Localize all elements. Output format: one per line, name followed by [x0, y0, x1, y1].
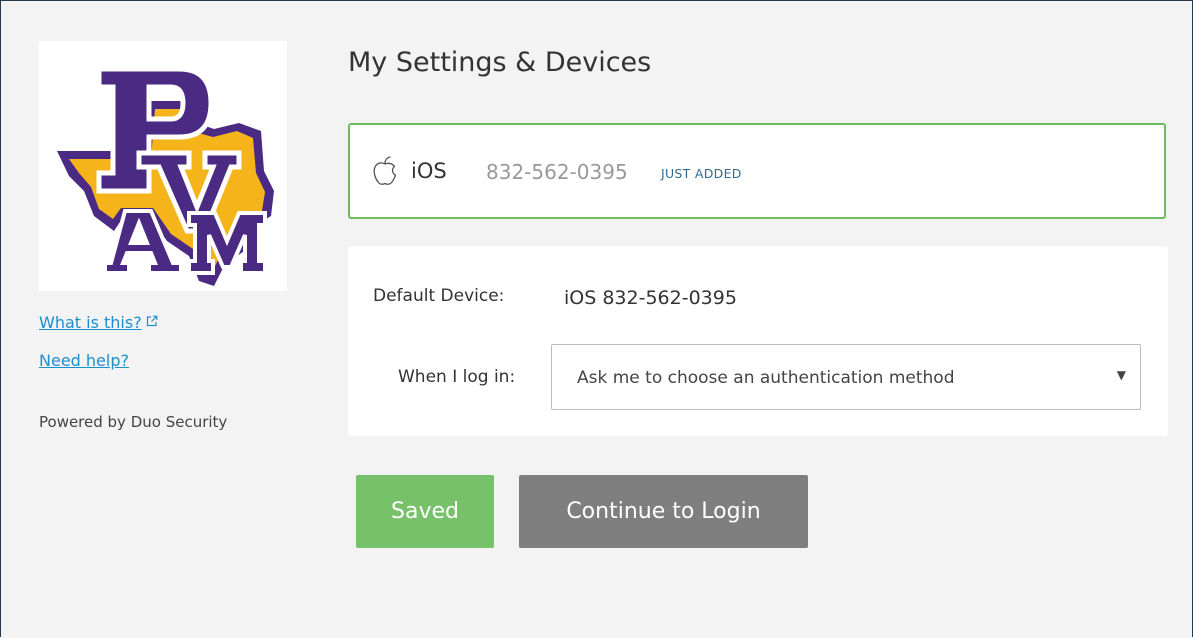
- page-title: My Settings & Devices: [348, 47, 652, 78]
- when-login-label: When I log in:: [398, 367, 516, 387]
- saved-button[interactable]: Saved: [356, 475, 494, 548]
- pvamu-logo: [39, 41, 287, 291]
- device-os: iOS: [411, 159, 447, 183]
- external-link-icon: [146, 315, 158, 327]
- settings-frame: What is this? Need help? Powered by Duo …: [0, 0, 1193, 637]
- just-added-badge: JUST ADDED: [661, 166, 742, 181]
- default-device-value: iOS 832-562-0395: [564, 287, 737, 309]
- device-settings-panel: Default Device: iOS 832-562-0395 When I …: [348, 246, 1168, 436]
- login-method-select[interactable]: Ask me to choose an authentication metho…: [551, 344, 1141, 410]
- dropdown-arrow-icon: ▼: [1116, 368, 1126, 382]
- default-device-label: Default Device:: [373, 286, 505, 306]
- need-help-link[interactable]: Need help?: [39, 351, 129, 370]
- login-method-value: Ask me to choose an authentication metho…: [577, 368, 955, 388]
- apple-icon: [373, 156, 397, 185]
- device-phone: 832-562-0395: [486, 160, 628, 184]
- what-is-this-link[interactable]: What is this?: [39, 313, 158, 332]
- continue-to-login-button[interactable]: Continue to Login: [519, 475, 808, 548]
- powered-by-text: Powered by Duo Security: [39, 413, 228, 431]
- device-card[interactable]: iOS 832-562-0395 JUST ADDED: [348, 123, 1166, 219]
- what-is-this-label: What is this?: [39, 313, 142, 332]
- pvamu-logo-graphic: [57, 66, 274, 286]
